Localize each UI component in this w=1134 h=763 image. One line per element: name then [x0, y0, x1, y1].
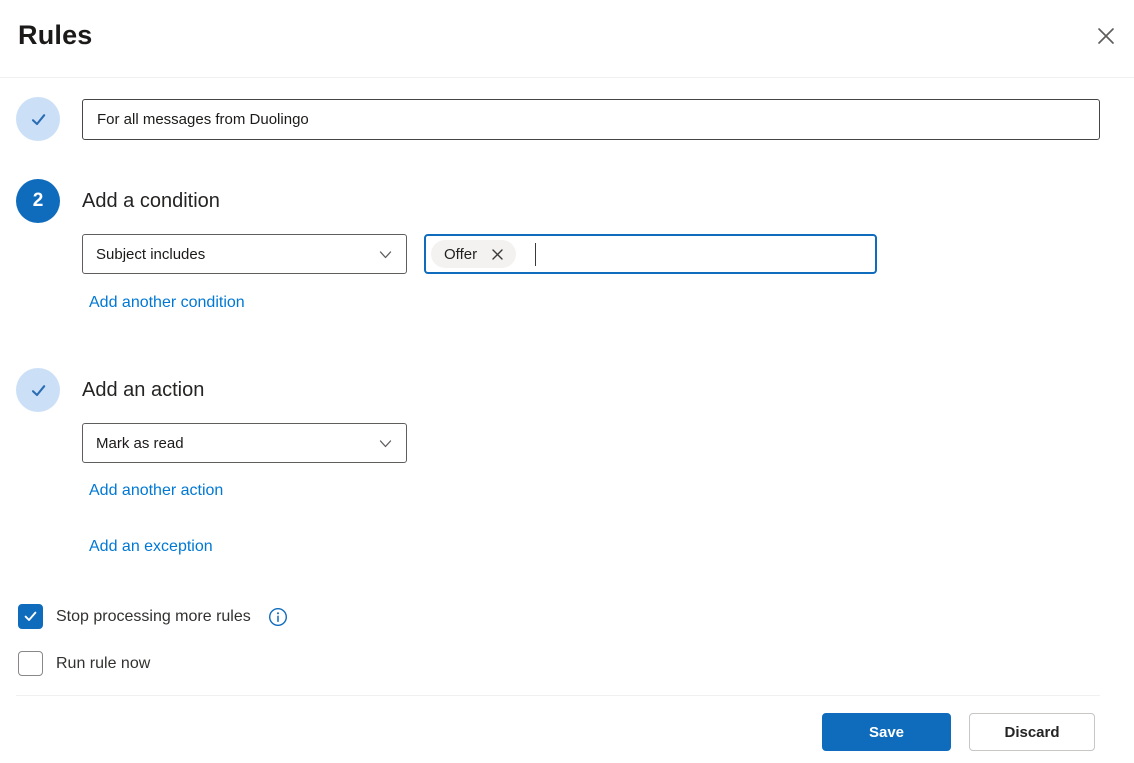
save-button[interactable]: Save: [822, 713, 951, 751]
close-icon: [1095, 25, 1117, 47]
info-icon: [268, 607, 288, 627]
stop-processing-label: Stop processing more rules: [56, 607, 251, 625]
page-title: Rules: [18, 20, 93, 50]
check-icon: [24, 611, 37, 621]
step-action-header: Add an action: [16, 368, 1100, 412]
discard-button[interactable]: Discard: [969, 713, 1095, 751]
condition-value-input[interactable]: Offer: [424, 234, 877, 274]
tag-label: Offer: [444, 245, 478, 263]
dialog-header: Rules: [0, 0, 1134, 78]
add-another-action-link[interactable]: Add another action: [89, 482, 223, 500]
run-rule-row: Run rule now: [18, 651, 1100, 676]
step-condition-header: 2 Add a condition: [16, 179, 1100, 223]
check-icon: [28, 109, 49, 130]
stop-processing-row: Stop processing more rules: [18, 604, 1100, 629]
action-controls: Mark as read: [82, 423, 1100, 463]
text-cursor: [535, 242, 537, 266]
tag-chip: Offer: [431, 240, 517, 268]
step-name-row: [16, 97, 1100, 141]
action-type-dropdown[interactable]: Mark as read: [82, 423, 407, 463]
condition-type-dropdown[interactable]: Subject includes: [82, 234, 407, 274]
close-button[interactable]: [1092, 22, 1120, 50]
dialog-body: 2 Add a condition Subject includes Offer: [0, 97, 1134, 751]
chevron-down-icon: [377, 246, 394, 263]
dismiss-icon: [491, 248, 504, 261]
step-action-status: [16, 368, 60, 412]
add-exception-link[interactable]: Add an exception: [89, 538, 213, 556]
run-rule-checkbox[interactable]: [18, 651, 43, 676]
action-heading: Add an action: [82, 378, 205, 401]
add-another-condition-link[interactable]: Add another condition: [89, 294, 245, 312]
run-rule-label: Run rule now: [56, 654, 151, 672]
condition-heading: Add a condition: [82, 189, 220, 212]
info-button[interactable]: [268, 607, 288, 627]
condition-controls: Subject includes Offer: [82, 234, 1100, 274]
check-icon: [28, 380, 49, 401]
step-number-label: 2: [32, 190, 44, 211]
chevron-down-icon: [377, 435, 394, 452]
rule-name-input[interactable]: [82, 98, 1100, 140]
condition-type-value: Subject includes: [96, 245, 206, 263]
dialog-footer: Save Discard: [16, 696, 1100, 751]
tag-remove-button[interactable]: [491, 248, 504, 261]
step-name-status: [16, 97, 60, 141]
rules-dialog: Rules 2 Add a condition Subje: [0, 0, 1134, 763]
stop-processing-checkbox[interactable]: [18, 604, 43, 629]
step-condition-number: 2: [16, 179, 60, 223]
action-type-value: Mark as read: [96, 434, 184, 452]
